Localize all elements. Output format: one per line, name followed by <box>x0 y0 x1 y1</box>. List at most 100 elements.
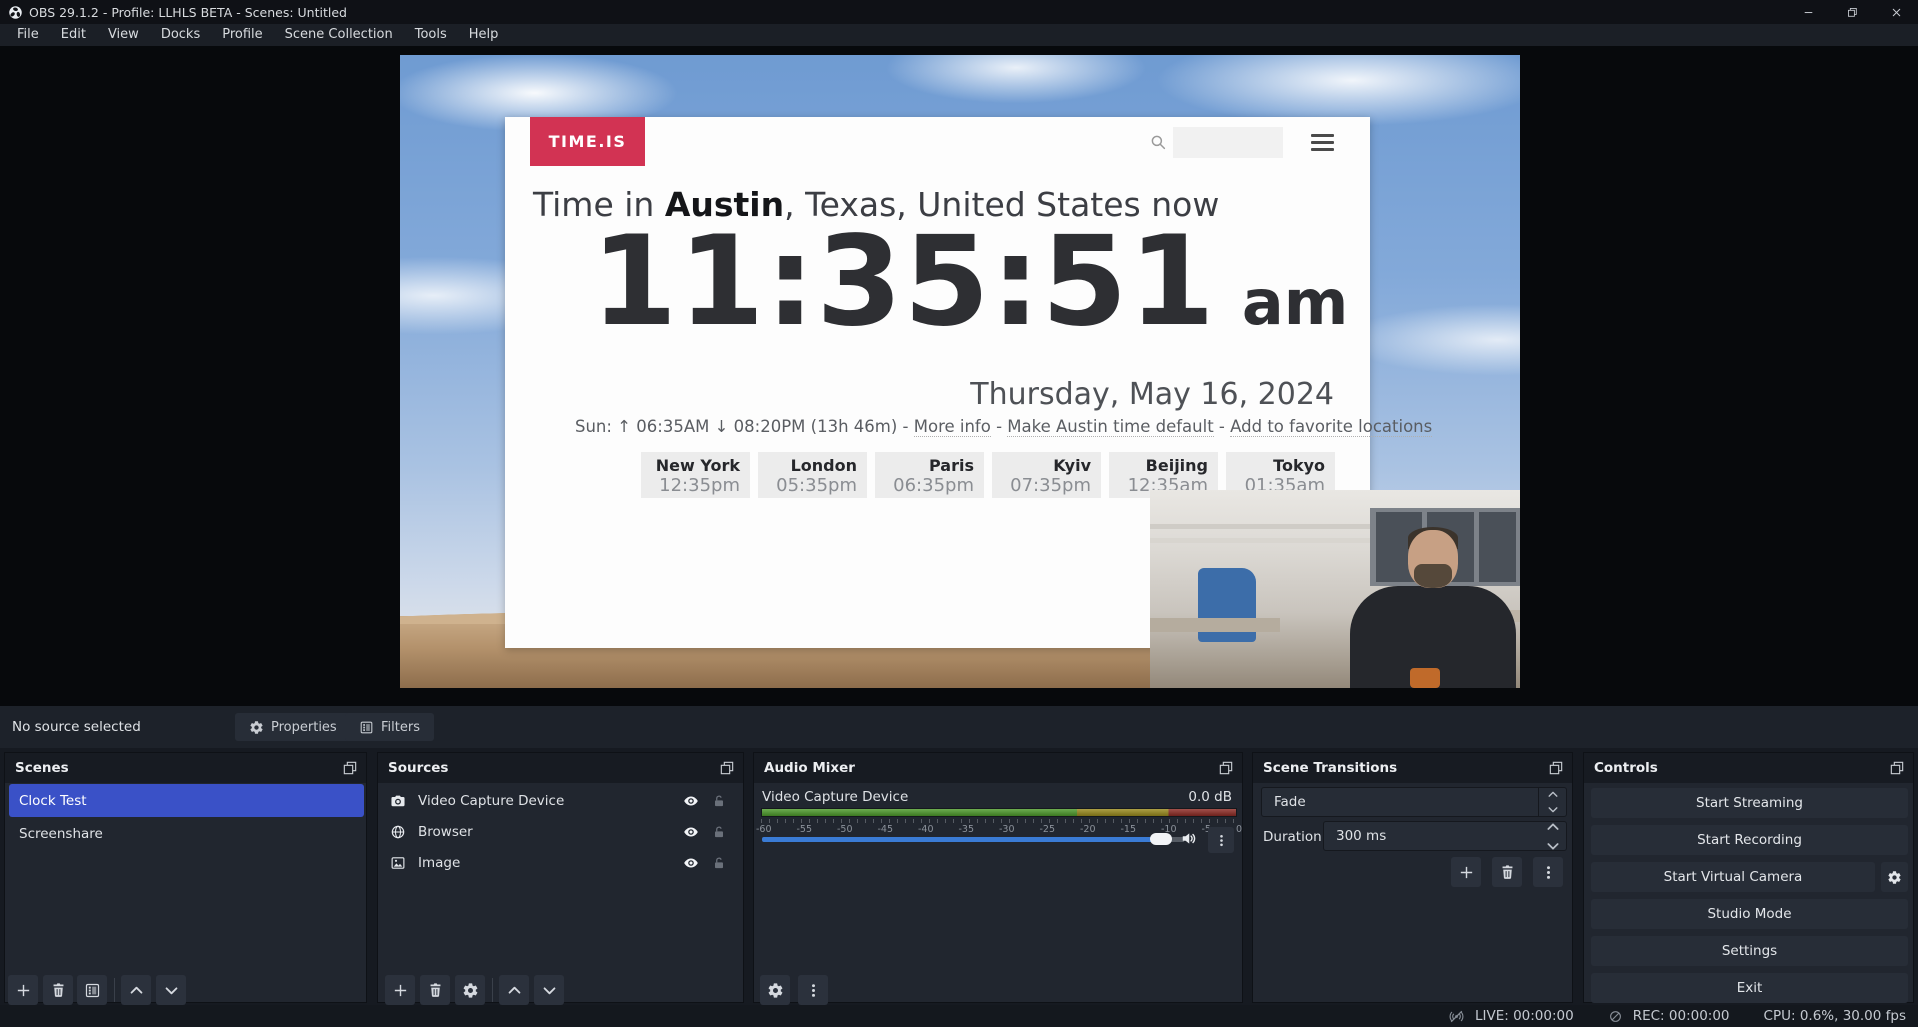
add-transition-button[interactable] <box>1451 857 1481 887</box>
start-recording-button[interactable]: Start Recording <box>1591 825 1908 855</box>
transition-properties-button[interactable] <box>1533 857 1563 887</box>
filters-button[interactable]: Filters <box>345 713 434 741</box>
start-virtual-camera-button[interactable]: Start Virtual Camera <box>1591 862 1875 892</box>
popout-icon[interactable] <box>1889 760 1905 776</box>
chevron-up-icon <box>506 982 523 999</box>
sources-panel-header[interactable]: Sources <box>378 753 743 783</box>
webcam-overlay[interactable] <box>1150 490 1520 688</box>
duration-spin-buttons[interactable] <box>1540 819 1566 854</box>
controls-header[interactable]: Controls <box>1584 753 1913 783</box>
scene-move-up-button[interactable] <box>121 975 151 1005</box>
scene-move-down-button[interactable] <box>156 975 186 1005</box>
popout-icon[interactable] <box>342 760 358 776</box>
restore-button[interactable] <box>1830 0 1874 24</box>
menu-profile[interactable]: Profile <box>211 24 273 46</box>
trash-icon <box>1499 864 1516 881</box>
sun-times: Sun: ↑ 06:35AM ↓ 08:20PM (13h 46m) <box>575 417 897 436</box>
source-move-up-button[interactable] <box>499 975 529 1005</box>
obs-logo-icon <box>8 5 23 20</box>
menu-docks[interactable]: Docks <box>150 24 211 46</box>
chevron-up-icon <box>128 982 145 999</box>
minimize-icon <box>1802 6 1815 19</box>
close-icon <box>1890 6 1903 19</box>
scenes-title: Scenes <box>15 760 69 776</box>
popout-icon[interactable] <box>719 760 735 776</box>
popout-icon[interactable] <box>1218 760 1234 776</box>
virtual-camera-settings-button[interactable] <box>1881 862 1908 892</box>
exit-button[interactable]: Exit <box>1591 973 1908 1003</box>
scene-transitions-panel: Scene Transitions Fade Duration 300 ms <box>1252 752 1573 1003</box>
volume-slider[interactable] <box>762 837 1154 842</box>
clock-time: 11:35:51 <box>591 217 1216 347</box>
lock-icon[interactable] <box>711 824 727 840</box>
mixer-level-value[interactable]: 0.0 dB <box>1188 789 1232 805</box>
close-button[interactable] <box>1874 0 1918 24</box>
visibility-eye-icon[interactable] <box>683 793 699 809</box>
visibility-eye-icon[interactable] <box>683 855 699 871</box>
plus-icon <box>15 982 32 999</box>
sources-panel: Sources Video Capture Device Browser Ima… <box>377 752 744 1003</box>
source-row-video-capture[interactable]: Video Capture Device <box>382 785 741 816</box>
filters-icon <box>84 982 101 999</box>
plus-icon <box>392 982 409 999</box>
plus-icon <box>1458 864 1475 881</box>
gear-icon <box>249 720 264 735</box>
menu-help[interactable]: Help <box>458 24 510 46</box>
menu-view[interactable]: View <box>97 24 150 46</box>
menu-tools[interactable]: Tools <box>404 24 458 46</box>
start-streaming-button[interactable]: Start Streaming <box>1591 788 1908 818</box>
transition-select-chevrons[interactable] <box>1538 788 1566 816</box>
scene-filters-button[interactable] <box>77 975 107 1005</box>
preview-canvas[interactable]: TIME.IS Time in Austin, Texas, United St… <box>0 46 1918 706</box>
popout-icon[interactable] <box>1548 760 1564 776</box>
menu-file[interactable]: File <box>6 24 50 46</box>
duration-spinbox[interactable]: 300 ms <box>1323 821 1567 851</box>
add-source-button[interactable] <box>385 975 415 1005</box>
kebab-dots-icon <box>1214 833 1229 848</box>
visibility-eye-icon[interactable] <box>683 824 699 840</box>
advanced-audio-button[interactable] <box>760 975 790 1005</box>
menu-bar: File Edit View Docks Profile Scene Colle… <box>0 24 1918 46</box>
remove-transition-button[interactable] <box>1492 857 1522 887</box>
transition-select[interactable]: Fade <box>1261 787 1567 817</box>
volume-slider-handle[interactable] <box>1150 833 1172 845</box>
status-bar: LIVE: 00:00:00 REC: 00:00:00 CPU: 0.6%, … <box>0 1005 1918 1027</box>
studio-mode-button[interactable]: Studio Mode <box>1591 899 1908 929</box>
filters-icon <box>359 720 374 735</box>
settings-button[interactable]: Settings <box>1591 936 1908 966</box>
lock-icon[interactable] <box>711 855 727 871</box>
world-clock-chip: London05:35pm <box>758 452 867 498</box>
minimize-button[interactable] <box>1786 0 1830 24</box>
scene-item-screenshare[interactable]: Screenshare <box>9 817 364 850</box>
lock-icon[interactable] <box>711 793 727 809</box>
meter-tick-marks <box>761 819 1237 823</box>
menu-edit[interactable]: Edit <box>50 24 97 46</box>
scene-item-clock-test[interactable]: Clock Test <box>9 784 364 817</box>
source-row-browser[interactable]: Browser <box>382 816 741 847</box>
speaker-mute-icon[interactable] <box>1180 829 1199 848</box>
program-video[interactable]: TIME.IS Time in Austin, Texas, United St… <box>400 55 1520 688</box>
remove-source-button[interactable] <box>420 975 450 1005</box>
remove-scene-button[interactable] <box>43 975 73 1005</box>
menu-scene-collection[interactable]: Scene Collection <box>274 24 404 46</box>
world-clock-chip: Kyiv07:35pm <box>992 452 1101 498</box>
source-properties-button[interactable] <box>455 975 485 1005</box>
properties-button[interactable]: Properties <box>235 713 351 741</box>
world-clock-chip: Paris06:35pm <box>875 452 984 498</box>
chevron-down-icon <box>1545 803 1561 816</box>
kebab-dots-icon <box>805 982 822 999</box>
camera-icon <box>390 793 406 809</box>
scenes-panel-header[interactable]: Scenes <box>5 753 366 783</box>
add-scene-button[interactable] <box>8 975 38 1005</box>
source-move-down-button[interactable] <box>534 975 564 1005</box>
controls-title: Controls <box>1594 760 1658 776</box>
scene-transitions-header[interactable]: Scene Transitions <box>1253 753 1572 783</box>
trash-icon <box>427 982 444 999</box>
mixer-menu-button[interactable] <box>798 975 828 1005</box>
window-title: OBS 29.1.2 - Profile: LLHLS BETA - Scene… <box>29 5 347 20</box>
audio-mixer-header[interactable]: Audio Mixer <box>754 753 1242 783</box>
person-beard <box>1414 564 1452 588</box>
source-row-image[interactable]: Image <box>382 847 741 878</box>
mixer-options-button[interactable] <box>1208 827 1234 853</box>
chevron-up-icon <box>1545 819 1561 835</box>
